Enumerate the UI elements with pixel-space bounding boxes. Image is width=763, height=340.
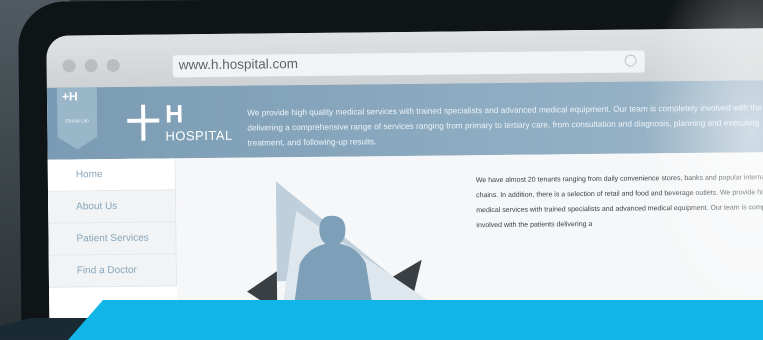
site-header: +H Global Lito H HOSPITAL We provide hig… xyxy=(46,79,763,160)
logo-wordmark[interactable]: HOSPITAL xyxy=(165,128,232,144)
header-description: We provide high quality medical services… xyxy=(247,101,763,148)
sidebar-item-about-us[interactable]: About Us xyxy=(47,190,177,224)
sidebar-item-home[interactable]: Home xyxy=(47,158,176,192)
logo-letter[interactable]: H xyxy=(165,100,183,129)
browser-toolbar: www.h.hospital.com ▪ ▪ ▪ xyxy=(46,27,763,88)
content-paragraph: We have almost 20 tenants ranging from d… xyxy=(475,174,763,230)
search-icon[interactable] xyxy=(624,54,637,67)
sidebar-item-patient-services[interactable]: Patient Services xyxy=(48,222,177,256)
main-content: We have almost 20 tenants ranging from d… xyxy=(175,151,763,326)
window-maximize-button[interactable] xyxy=(106,58,120,73)
badge-logo-icon: +H xyxy=(61,89,78,104)
cyan-banner xyxy=(68,300,763,340)
window-close-button[interactable] xyxy=(62,59,76,73)
laptop-screen: www.h.hospital.com ▪ ▪ ▪ +H Global Lito … xyxy=(46,27,763,326)
window-minimize-button[interactable] xyxy=(84,59,98,73)
laptop-bezel: www.h.hospital.com ▪ ▪ ▪ +H Global Lito … xyxy=(18,0,763,326)
address-bar[interactable]: www.h.hospital.com xyxy=(172,50,645,78)
address-url: www.h.hospital.com xyxy=(178,56,299,73)
badge-caption: Global Lito xyxy=(65,118,90,125)
hospital-cross-icon[interactable] xyxy=(127,104,163,141)
sidebar-item-find-a-doctor[interactable]: Find a Doctor xyxy=(48,254,177,288)
corner-badge: +H Global Lito xyxy=(57,87,98,149)
